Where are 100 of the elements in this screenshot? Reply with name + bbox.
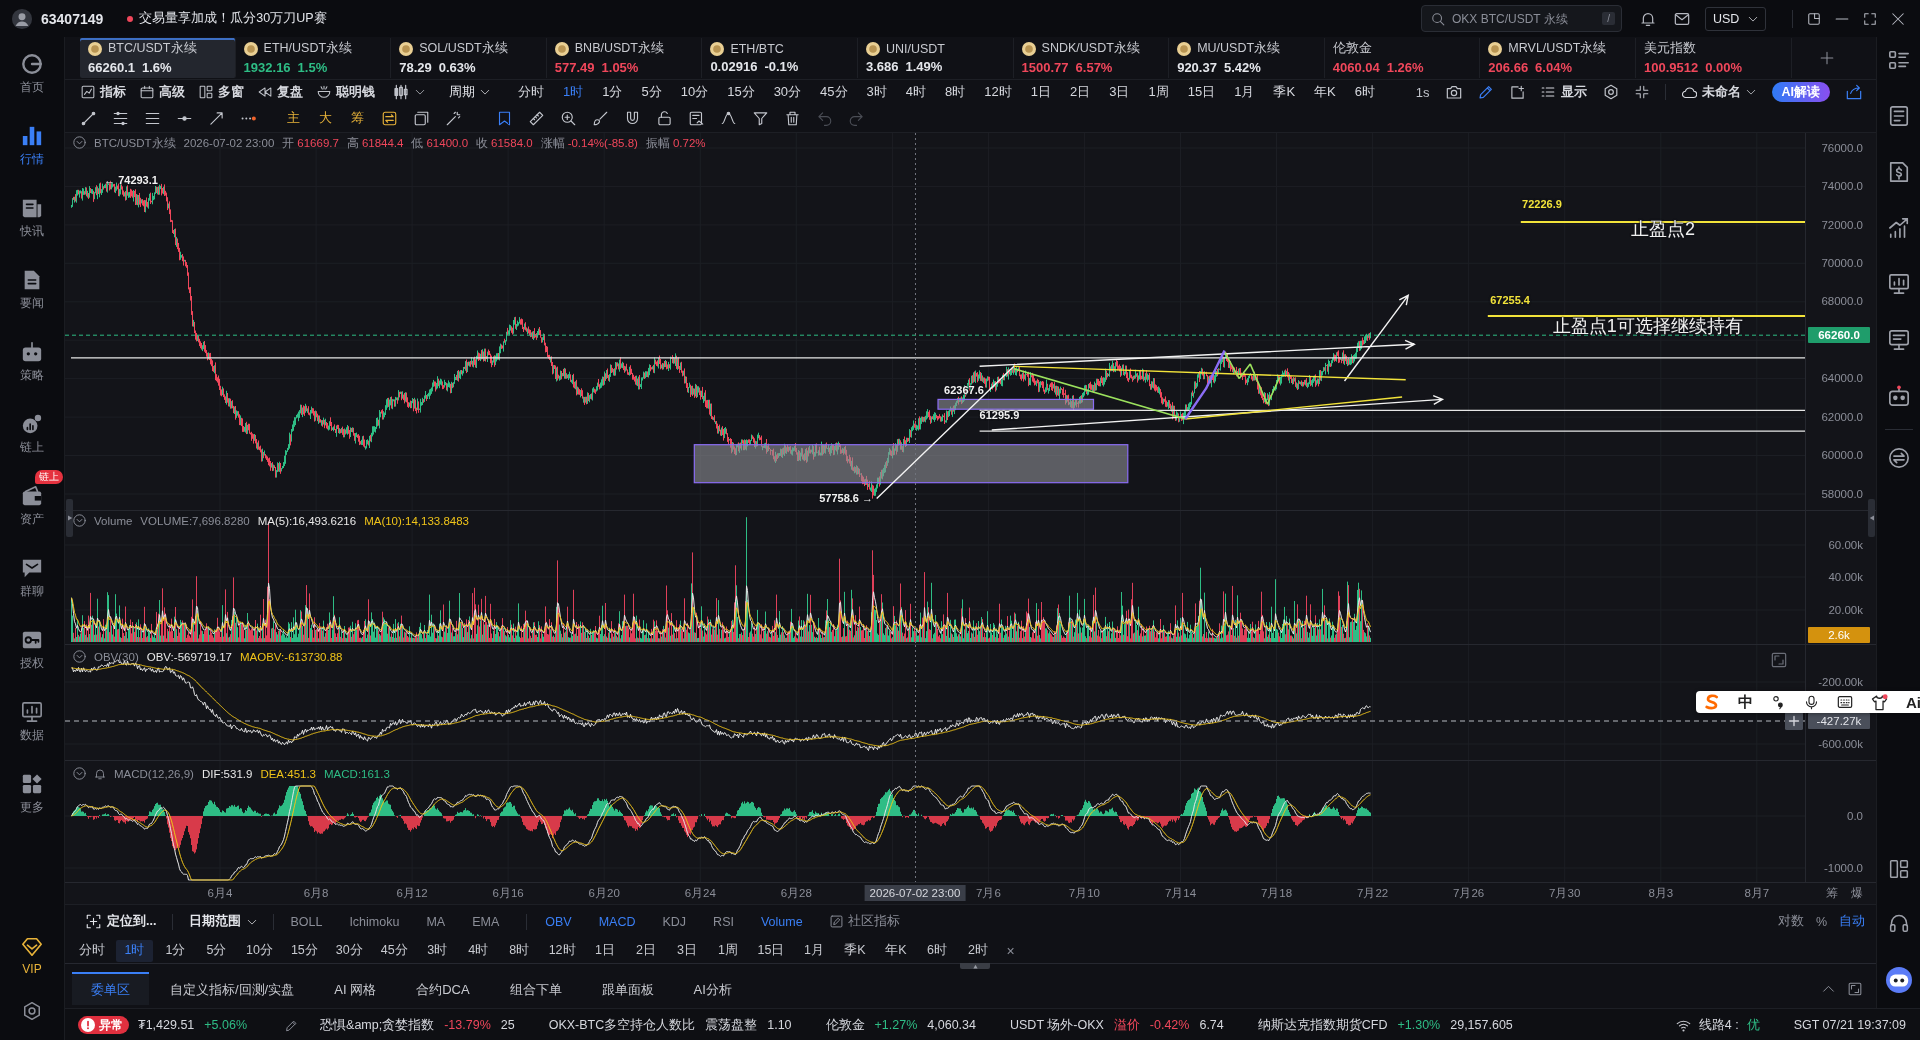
alert-button[interactable]: 异常 bbox=[78, 1016, 129, 1034]
wand-icon[interactable] bbox=[445, 110, 461, 126]
expand-icon[interactable] bbox=[1848, 981, 1862, 996]
sidebar-item[interactable]: 首页 bbox=[0, 45, 64, 117]
panel-tab[interactable]: 委单区 bbox=[72, 972, 149, 1005]
zoom-in-icon[interactable] bbox=[560, 110, 576, 126]
period-tab[interactable]: 12时 bbox=[976, 81, 1020, 104]
draw-tool-button[interactable]: 大 bbox=[309, 107, 341, 130]
period-tab[interactable]: 8时 bbox=[937, 81, 974, 104]
collapse-icon[interactable] bbox=[73, 650, 86, 664]
assistant-bot-icon[interactable] bbox=[1885, 967, 1912, 993]
period-tab[interactable]: 2日 bbox=[1062, 81, 1099, 104]
tile-window-icon[interactable] bbox=[1807, 11, 1821, 26]
period-tab[interactable]: 15日 bbox=[1179, 81, 1224, 104]
skin-icon[interactable] bbox=[1871, 693, 1888, 711]
period-tab[interactable]: 季K bbox=[836, 939, 874, 962]
panel-tab[interactable]: AI 网格 bbox=[315, 972, 396, 1005]
period-tab[interactable]: 4时 bbox=[459, 939, 497, 962]
maximize-icon[interactable] bbox=[1863, 11, 1877, 26]
expand-icon[interactable] bbox=[1771, 651, 1787, 668]
vip-button[interactable]: VIP bbox=[0, 936, 64, 984]
headset-icon[interactable] bbox=[1888, 913, 1909, 933]
notification-icon[interactable] bbox=[1640, 10, 1656, 27]
period-tab[interactable]: 1月 bbox=[795, 939, 833, 962]
panel-tab[interactable]: 组合下单 bbox=[490, 972, 581, 1005]
curve-icon[interactable] bbox=[720, 110, 736, 126]
draw-tool-button[interactable]: 主 bbox=[277, 107, 309, 130]
axis-toggle[interactable]: 筹 bbox=[1826, 885, 1838, 900]
sidebar-item[interactable]: 授权 bbox=[0, 621, 64, 693]
collapse-icon[interactable] bbox=[73, 767, 86, 781]
ticker-tab[interactable]: BNB/USDT永续 577.49 1.05% bbox=[546, 37, 703, 78]
camera-icon[interactable] bbox=[1445, 84, 1462, 101]
date-range-select[interactable]: 日期范围 bbox=[189, 913, 258, 930]
period-tab[interactable]: 3时 bbox=[418, 939, 456, 962]
period-tab[interactable]: 45分 bbox=[373, 939, 415, 962]
close-icon[interactable] bbox=[1891, 11, 1905, 26]
scale-mode-tab[interactable]: % bbox=[1815, 913, 1827, 930]
period-tab[interactable]: 1日 bbox=[586, 939, 624, 962]
close-button[interactable]: × bbox=[1006, 942, 1015, 959]
period-tab[interactable]: 8时 bbox=[500, 939, 538, 962]
period-tab[interactable]: 1时 bbox=[116, 939, 153, 962]
axis-toggle[interactable]: 爆 bbox=[1851, 885, 1863, 900]
toolbar-button[interactable]: 多窗 bbox=[199, 83, 244, 102]
period-tab[interactable]: 2时 bbox=[959, 939, 997, 962]
settings-icon[interactable] bbox=[1602, 84, 1619, 101]
period-tab[interactable]: 2日 bbox=[627, 939, 665, 962]
panel-tab[interactable]: 跟单面板 bbox=[582, 972, 673, 1005]
pencil-icon[interactable] bbox=[1477, 84, 1494, 101]
layout-select[interactable]: 未命名 bbox=[1681, 83, 1756, 102]
dollar-document-icon[interactable] bbox=[1887, 161, 1910, 183]
period-tab[interactable]: 年K bbox=[877, 939, 915, 962]
brush-icon[interactable] bbox=[592, 110, 608, 126]
ai-button[interactable]: AI解读 bbox=[1771, 82, 1830, 103]
sidebar-item[interactable]: 行情 bbox=[0, 117, 64, 189]
sidebar-item[interactable]: 快讯 bbox=[0, 189, 64, 261]
share-icon[interactable] bbox=[1846, 84, 1862, 101]
punctuation-icon[interactable] bbox=[1771, 694, 1786, 710]
period-tab[interactable]: 3日 bbox=[668, 939, 706, 962]
list-edit-icon[interactable] bbox=[688, 110, 704, 126]
period-menu[interactable]: 周期 bbox=[449, 83, 490, 102]
period-tab[interactable]: 3时 bbox=[858, 81, 895, 104]
ime-logo-icon[interactable] bbox=[1704, 694, 1720, 710]
settings-icon[interactable] bbox=[22, 1001, 42, 1021]
display-button[interactable]: 显示 bbox=[1540, 83, 1587, 102]
horizontal-lines-icon[interactable] bbox=[144, 110, 160, 126]
toolbar-button[interactable]: 复盘 bbox=[258, 83, 303, 102]
period-tab[interactable]: 年K bbox=[1306, 81, 1344, 104]
bookmark-icon[interactable] bbox=[496, 110, 512, 126]
indicator-toggle[interactable]: BOLL bbox=[290, 914, 323, 929]
sidebar-item[interactable]: 要闻 bbox=[0, 261, 64, 333]
period-tab[interactable]: 30分 bbox=[328, 939, 370, 962]
ruler-icon[interactable] bbox=[528, 110, 544, 126]
period-tab[interactable]: 5分 bbox=[633, 81, 670, 104]
ticker-tab[interactable]: MRVL/USDT永续 206.66 6.04% bbox=[1480, 37, 1636, 78]
scale-mode-tab[interactable]: 自动 bbox=[1839, 913, 1865, 930]
ticker-tab[interactable]: 伦敦金 4060.04 1.26% bbox=[1324, 37, 1481, 78]
chart-type-button[interactable] bbox=[393, 84, 425, 101]
monitor-chart-icon[interactable] bbox=[1887, 273, 1910, 295]
period-tab[interactable]: 15分 bbox=[719, 81, 763, 104]
period-tab[interactable]: 6时 bbox=[918, 939, 956, 962]
period-tab[interactable]: 5分 bbox=[198, 939, 235, 962]
panel-tab[interactable]: AI分析 bbox=[674, 972, 751, 1005]
period-tab[interactable]: 30分 bbox=[765, 81, 810, 104]
period-tab[interactable]: 1日 bbox=[1022, 81, 1059, 104]
parallel-lines-icon[interactable] bbox=[112, 110, 128, 126]
period-tab[interactable]: 45分 bbox=[812, 81, 856, 104]
promo-link[interactable]: 交易量享加成！瓜分30万刀UP赛 bbox=[139, 10, 327, 27]
collapse-handle[interactable] bbox=[66, 498, 73, 537]
indicator-toggle[interactable]: KDJ bbox=[662, 914, 687, 929]
period-tab[interactable]: 15分 bbox=[283, 939, 325, 962]
alert-bell-icon[interactable] bbox=[94, 767, 106, 780]
ticker-tab[interactable]: ETH/BTC 0.02916 -0.1% bbox=[702, 37, 858, 78]
ticker-tab[interactable]: SOL/USDT永续 78.29 0.63% bbox=[391, 37, 547, 78]
toolbar-button[interactable]: 聪明钱 bbox=[317, 83, 375, 102]
indicator-toggle[interactable]: RSI bbox=[713, 914, 734, 929]
ticker-tab[interactable]: BTC/USDT永续 66260.1 1.6% bbox=[80, 37, 236, 78]
period-tab[interactable]: 1时 bbox=[555, 81, 592, 104]
period-tab[interactable]: 12时 bbox=[541, 939, 583, 962]
rising-bars-icon[interactable] bbox=[1887, 217, 1910, 239]
sidebar-item[interactable]: 群聊 bbox=[0, 549, 64, 621]
